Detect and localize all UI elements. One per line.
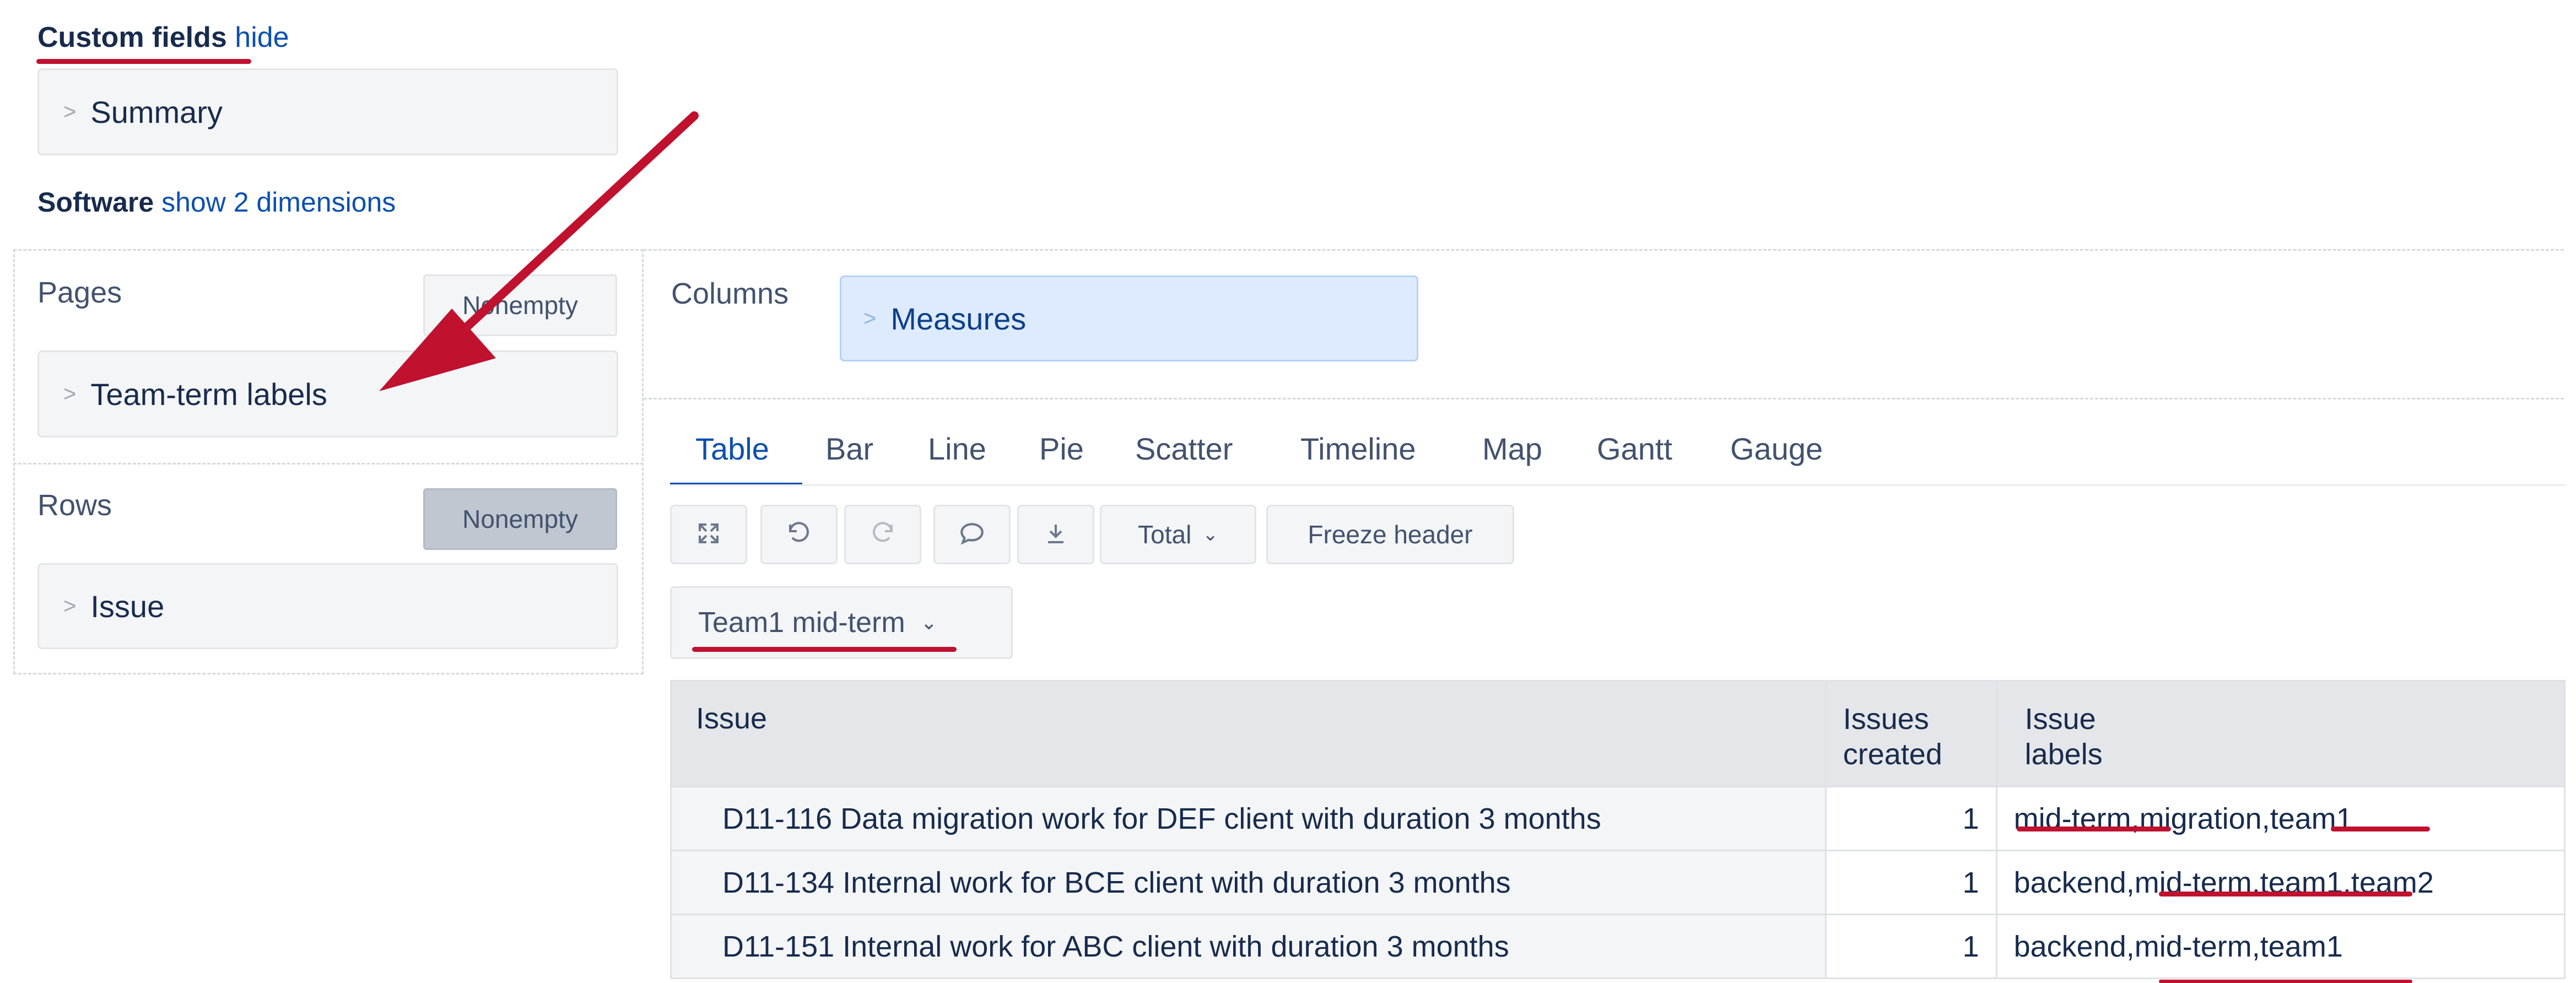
issues-created-cell: 1 (1824, 850, 1997, 915)
issues-created-cell: 1 (1824, 786, 1997, 851)
issue-labels-cell: backend,mid-term,team1,team2 (1995, 850, 2566, 915)
freeze-header-button[interactable]: Freeze header (1266, 505, 1514, 564)
issue-cell[interactable]: D11-151 Internal work for ABC client wit… (670, 914, 1827, 979)
table-row[interactable]: D11-134 Internal work for BCE client wit… (670, 850, 2566, 915)
freeze-header-label: Freeze header (1308, 520, 1473, 549)
label-underline-mid-term-team1-row2 (2159, 892, 2412, 896)
column-header-issue[interactable]: Issue (670, 680, 1827, 787)
redo-button[interactable] (844, 505, 921, 564)
undo-icon (786, 520, 812, 549)
download-icon (1043, 520, 1069, 549)
column-header-issue-labels[interactable]: Issue labels (1995, 680, 2566, 787)
table-row[interactable]: D11-116 Data migration work for DEF clie… (670, 786, 2566, 851)
redo-icon (870, 520, 896, 549)
page-selector-value: Team1 mid-term (698, 607, 905, 639)
label-underline-team1-row1 (2331, 827, 2430, 831)
tab-bar[interactable]: Bar (825, 431, 873, 467)
issue-cell[interactable]: D11-134 Internal work for BCE client wit… (670, 850, 1827, 915)
issue-labels-cell: mid-term,migration,team1 (1995, 786, 2566, 851)
tab-timeline[interactable]: Timeline (1300, 431, 1416, 467)
tab-map[interactable]: Map (1482, 431, 1542, 467)
chevron-down-icon: ⌄ (920, 611, 937, 634)
issues-created-cell: 1 (1824, 914, 1997, 979)
column-header-issues-created[interactable]: Issues created (1824, 680, 1997, 787)
header-labels-line2: labels (2024, 738, 2103, 771)
header-created-line1: Issues (1843, 703, 1929, 736)
chevron-down-icon: ⌄ (1202, 524, 1218, 545)
fullscreen-button[interactable] (670, 505, 747, 564)
comment-button[interactable] (933, 505, 1011, 564)
column-header-issue-label: Issue (696, 702, 768, 735)
header-created-line2: created (1843, 738, 1942, 771)
undo-button[interactable] (760, 505, 838, 564)
table-row[interactable]: D11-151 Internal work for ABC client wit… (670, 914, 2566, 979)
expand-icon (695, 520, 722, 549)
label-underline-mid-term-row1 (2017, 827, 2171, 831)
tab-gantt[interactable]: Gantt (1597, 431, 1672, 467)
table-header-row: Issue Issues created Issue labels (670, 680, 2566, 787)
tab-line[interactable]: Line (928, 431, 986, 467)
tab-table[interactable]: Table (695, 431, 769, 467)
total-dropdown[interactable]: Total ⌄ (1100, 505, 1256, 564)
issue-labels-cell: backend,mid-term,team1 (1995, 914, 2566, 979)
tab-scatter[interactable]: Scatter (1135, 431, 1233, 467)
page-selector-underline (692, 647, 957, 652)
header-labels-line1: Issue (2024, 703, 2096, 736)
tab-pie[interactable]: Pie (1039, 431, 1084, 467)
tabs-divider (670, 484, 2566, 486)
label-underline-mid-term-team1-row3 (2159, 980, 2412, 983)
comment-icon (958, 520, 986, 550)
results-table: Issue Issues created Issue labels D11-11… (670, 680, 2566, 979)
tab-gauge[interactable]: Gauge (1730, 431, 1823, 467)
total-label: Total (1138, 520, 1192, 549)
issue-cell[interactable]: D11-116 Data migration work for DEF clie… (670, 786, 1827, 851)
export-button[interactable] (1017, 505, 1094, 564)
